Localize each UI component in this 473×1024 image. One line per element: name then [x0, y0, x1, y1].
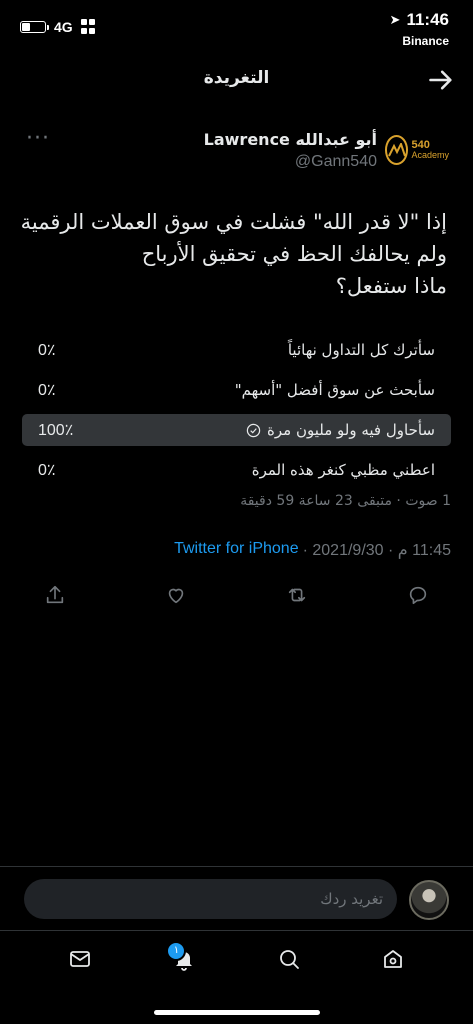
tweet-actions: [40, 580, 433, 610]
carrier-name: Binance: [402, 34, 449, 48]
retweet-button[interactable]: [282, 580, 312, 610]
poll-option-percent: 0٪: [38, 462, 56, 479]
source-link[interactable]: Twitter for iPhone: [174, 540, 299, 560]
author-handle[interactable]: @Gann540: [204, 153, 377, 171]
voted-check-icon: [246, 423, 261, 437]
back-arrow-icon[interactable]: [427, 66, 455, 94]
share-button[interactable]: [40, 580, 70, 610]
author-info[interactable]: أبو عبدالله Lawrence @Gann540: [204, 130, 377, 171]
retweet-icon: [288, 588, 306, 602]
logo-text: 540 Academy: [411, 139, 449, 161]
reply-placeholder: تغريد ردك: [320, 890, 383, 908]
home-indicator: [154, 1010, 320, 1015]
battery-icon: [20, 21, 49, 33]
poll-option-percent: 0٪: [38, 342, 56, 359]
status-bar-left: 4G: [20, 14, 97, 40]
network-type: 4G: [54, 19, 73, 35]
tweet-text-line: إذا "لا قدر الله" فشلت في سوق العملات ال…: [20, 210, 447, 234]
reply-divider: [0, 866, 473, 867]
search-icon: [279, 949, 299, 969]
author-display-name[interactable]: أبو عبدالله Lawrence: [204, 130, 377, 149]
reply-button[interactable]: [403, 580, 433, 610]
tweet-text-line: ماذا ستفعل؟: [335, 274, 447, 298]
like-button[interactable]: [161, 580, 191, 610]
tab-notifications[interactable]: ١: [164, 939, 204, 979]
poll-meta: 1 صوت · متبقى 23 ساعة 59 دقيقة: [240, 493, 451, 509]
poll-option-label: سأبحث عن سوق أفضل "أسهم": [234, 381, 435, 399]
signal-icon: [80, 19, 97, 35]
poll-option: 0٪ سأبحث عن سوق أفضل "أسهم": [22, 374, 451, 406]
poll-option: 0٪ اعطني مظبي كنغر هذه المرة: [22, 454, 451, 486]
mail-icon: [70, 950, 91, 967]
tweet-text: إذا "لا قدر الله" فشلت في سوق العملات ال…: [20, 206, 447, 302]
tab-search[interactable]: [269, 939, 309, 979]
poll-option-percent: 100٪: [38, 422, 74, 439]
notification-badge: ١: [166, 940, 187, 961]
poll-option-winner: 100٪ سأحاول فيه ولو مليون مرة: [22, 414, 451, 446]
poll-option-label: اعطني مظبي كنغر هذه المرة: [251, 461, 435, 479]
poll-option-percent: 0٪: [38, 382, 56, 399]
user-avatar[interactable]: [409, 880, 449, 920]
heart-icon: [168, 588, 184, 604]
poll-option-label: سأحاول فيه ولو مليون مرة: [246, 421, 435, 439]
poll: 0٪ سأترك كل التداول نهائياً 0٪ سأبحث عن …: [22, 334, 451, 494]
tab-messages[interactable]: [60, 939, 100, 979]
gann-logo-icon: [385, 135, 409, 165]
poll-option-label: سأترك كل التداول نهائياً: [287, 341, 435, 359]
status-bar-right: ➤ 11:46 Binance: [390, 10, 449, 48]
clock-time: 11:46: [406, 10, 449, 29]
tab-home[interactable]: [373, 939, 413, 979]
timestamp-text: 11:45 م · 2021/9/30 ·: [302, 542, 451, 559]
more-options-icon[interactable]: ···: [26, 128, 50, 150]
share-icon: [46, 585, 64, 604]
bottom-tab-bar: ١: [0, 930, 473, 986]
tweet-text-line: ولم يحالفك الحظ في تحقيق الأرباح: [141, 242, 447, 266]
author-avatar[interactable]: 540 Academy: [385, 130, 449, 170]
location-arrow-icon: ➤: [389, 12, 401, 27]
comment-icon: [409, 586, 427, 605]
home-icon: [383, 949, 402, 968]
page-title: التغريدة: [203, 68, 270, 88]
reply-input[interactable]: تغريد ردك: [24, 879, 397, 919]
poll-option: 0٪ سأترك كل التداول نهائياً: [22, 334, 451, 366]
tweet-timestamp: 11:45 م · 2021/9/30 · Twitter for iPhone: [174, 540, 451, 560]
